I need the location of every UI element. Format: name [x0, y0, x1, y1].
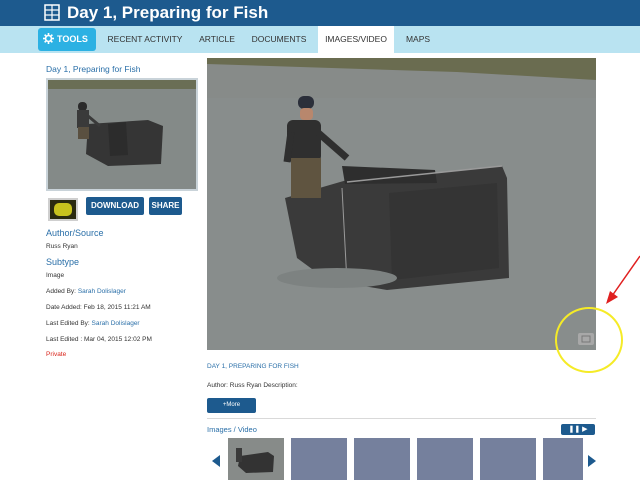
date-added-label: Date Added: — [46, 304, 82, 311]
added-by-link[interactable]: Sarah Dolislager — [78, 288, 126, 295]
tools-label: TOOLS — [57, 34, 88, 44]
tools-button[interactable]: TOOLS — [38, 28, 96, 51]
more-button[interactable]: +More — [207, 398, 256, 413]
page-title: Day 1, Preparing for Fish — [67, 3, 269, 22]
date-added-value: Feb 18, 2015 11:21 AM — [83, 304, 151, 311]
gallery-prev-icon[interactable] — [212, 455, 220, 467]
tab-images-video[interactable]: IMAGES/VIDEO — [318, 26, 394, 53]
gallery-tile-photo — [228, 438, 284, 480]
tab-maps[interactable]: MAPS — [398, 26, 438, 53]
tab-bar: TOOLS RECENT ACTIVITY ARTICLE DOCUMENTS … — [0, 26, 640, 53]
added-by-row: Added By: Sarah Dolislager — [46, 288, 126, 295]
author-heading: Author/Source — [46, 228, 104, 238]
gallery-label: Images / Video — [207, 425, 257, 434]
divider — [207, 418, 596, 419]
subtype-value: Image — [46, 272, 65, 279]
title-bar: Day 1, Preparing for Fish — [0, 0, 640, 26]
author-value: Russ Ryan — [46, 243, 78, 250]
gallery-next-icon[interactable] — [588, 455, 596, 467]
highlight-circle — [555, 307, 623, 373]
last-edited-value: Mar 04, 2015 12:02 PM — [83, 336, 152, 343]
last-edited-row: Last Edited : Mar 04, 2015 12:02 PM — [46, 336, 152, 343]
share-button[interactable]: SHARE — [149, 197, 182, 215]
download-button[interactable]: DOWNLOAD — [86, 197, 144, 215]
gallery-tile-4[interactable] — [417, 438, 473, 480]
gear-icon — [43, 33, 54, 44]
gallery-tile-6[interactable] — [543, 438, 583, 480]
caption-title: DAY 1, PREPARING FOR FISH — [207, 363, 299, 370]
main-image[interactable] — [207, 58, 596, 350]
gallery-tile-1[interactable] — [228, 438, 284, 480]
page: Day 1, Preparing for Fish TOOLS RECENT A… — [0, 0, 640, 480]
item-title-link[interactable]: Day 1, Preparing for Fish — [46, 64, 140, 74]
caption-description: Author: Russ Ryan Description: — [207, 382, 298, 389]
last-edited-label: Last Edited : — [46, 336, 83, 343]
visibility-status: Private — [46, 351, 67, 358]
main-photo — [207, 58, 596, 350]
date-added-row: Date Added: Feb 18, 2015 11:21 AM — [46, 304, 151, 311]
subtype-heading: Subtype — [46, 257, 80, 267]
last-edited-by-link[interactable]: Sarah Dolislager — [92, 320, 140, 327]
play-pause-button[interactable]: ❚❚ ▶ — [561, 424, 595, 435]
tab-article[interactable]: ARTICLE — [192, 26, 242, 53]
last-edited-by-row: Last Edited By: Sarah Dolislager — [46, 320, 140, 327]
last-edited-by-label: Last Edited By: — [46, 320, 90, 327]
gallery-tile-2[interactable] — [291, 438, 347, 480]
small-thumbnail[interactable] — [48, 198, 78, 221]
item-thumbnail-photo — [48, 80, 196, 189]
added-by-label: Added By: — [46, 288, 76, 295]
tab-documents[interactable]: DOCUMENTS — [246, 26, 312, 53]
tab-recent-activity[interactable]: RECENT ACTIVITY — [100, 26, 190, 53]
gallery-tile-5[interactable] — [480, 438, 536, 480]
grid-book-icon — [44, 4, 60, 21]
item-thumbnail[interactable] — [46, 78, 198, 191]
gallery-tile-3[interactable] — [354, 438, 410, 480]
